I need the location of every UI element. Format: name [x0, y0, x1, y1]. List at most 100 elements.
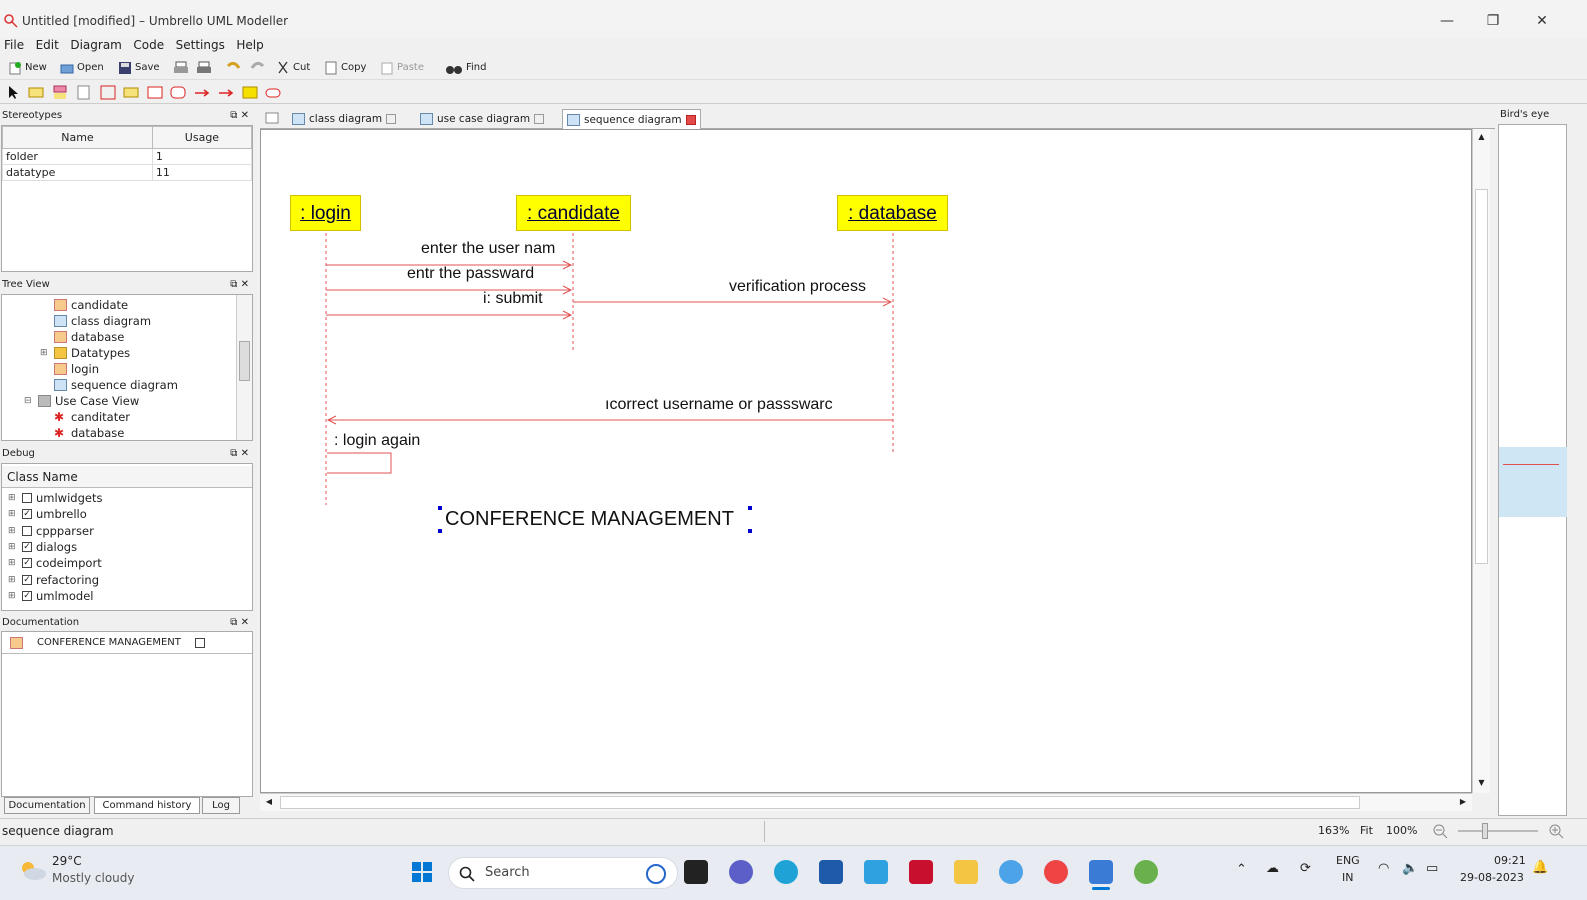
debug-checkbox[interactable]: ✓	[22, 558, 32, 569]
expand-icon[interactable]: ⊞	[8, 572, 18, 588]
message-sync-icon[interactable]	[52, 85, 68, 100]
onedrive-icon[interactable]: ☁	[1266, 861, 1279, 876]
debug-item[interactable]: ⊞ ✓ codeimport	[8, 555, 102, 571]
wifi-icon[interactable]: ◠	[1378, 861, 1389, 876]
copy-button[interactable]: Copy	[324, 59, 366, 77]
menu-settings[interactable]: Settings	[172, 36, 229, 54]
open-button[interactable]: Open	[60, 59, 104, 77]
debug-item[interactable]: ⊞ cppparser	[8, 523, 94, 539]
message-enter-password[interactable]: entr the passward	[407, 265, 534, 283]
tree-scroll-thumb[interactable]	[239, 341, 250, 381]
tab-class-diagram[interactable]: class diagram	[288, 109, 400, 129]
function-tool-icon[interactable]	[170, 85, 186, 100]
zoom-out-icon[interactable]	[1432, 823, 1448, 839]
weather-cloud-icon[interactable]	[18, 858, 48, 882]
tab-use-case-diagram[interactable]: use case diagram	[416, 109, 548, 129]
task-view-icon[interactable]	[684, 860, 708, 884]
message-incorrect[interactable]: ıcorrect username or passswarc	[605, 396, 833, 414]
mcafee-icon[interactable]	[909, 860, 933, 884]
select-arrow-icon[interactable]	[6, 85, 22, 100]
debug-checkbox[interactable]: ✓	[22, 590, 32, 601]
store-icon[interactable]	[819, 860, 843, 884]
tab-documentation[interactable]: Documentation	[4, 797, 90, 814]
zoom-slider-handle[interactable]	[1482, 823, 1488, 839]
debug-item[interactable]: ⊞ ✓ umbrello	[8, 506, 87, 522]
weather-desc[interactable]: Mostly cloudy	[52, 871, 135, 885]
message-login-again[interactable]: : login again	[334, 432, 420, 450]
clock-time[interactable]: 09:21	[1494, 854, 1526, 867]
table-row[interactable]: folder 1	[2, 148, 252, 165]
eclipse-icon[interactable]	[999, 860, 1023, 884]
scroll-left-icon[interactable]: ◀	[262, 795, 276, 809]
app-window-icon[interactable]	[1089, 860, 1113, 884]
new-tab-icon[interactable]	[264, 111, 280, 125]
new-button[interactable]: New	[8, 59, 47, 77]
tree-item[interactable]: candidate	[54, 297, 128, 313]
lifeline-login[interactable]: : login	[290, 195, 361, 231]
print-preview-icon[interactable]	[196, 60, 212, 76]
column-header-name[interactable]: Name	[2, 126, 153, 149]
tree-item[interactable]: database	[54, 329, 124, 345]
menu-help[interactable]: Help	[232, 36, 267, 54]
column-header-usage[interactable]: Usage	[151, 126, 252, 149]
message-enter-username[interactable]: enter the user nam	[421, 240, 555, 258]
debug-checkbox[interactable]	[22, 493, 32, 503]
horizontal-scroll-thumb[interactable]	[280, 796, 1360, 809]
sync-message-icon[interactable]	[194, 85, 210, 100]
canvas-horizontal-scrollbar[interactable]: ◀ ▶	[260, 793, 1472, 811]
combined-fragment-icon[interactable]	[147, 85, 163, 100]
zoom-slider[interactable]	[1458, 830, 1538, 832]
expand-icon[interactable]: ⊞	[8, 490, 18, 506]
scroll-right-icon[interactable]: ▶	[1456, 795, 1470, 809]
umbrello-taskbar-icon[interactable]	[1134, 860, 1158, 884]
expand-icon[interactable]: ⊞	[8, 539, 18, 555]
mysql-icon[interactable]	[864, 860, 888, 884]
selection-handle[interactable]	[748, 529, 752, 533]
diagram-canvas[interactable]: : login : candidate : database enter the…	[260, 129, 1472, 793]
scroll-down-icon[interactable]: ▼	[1475, 775, 1488, 791]
print-icon[interactable]	[173, 60, 189, 76]
class-name-header[interactable]: Class Name	[2, 466, 252, 488]
expand-icon[interactable]: ⊞	[8, 523, 18, 539]
menu-edit[interactable]: Edit	[32, 36, 63, 54]
close-icon[interactable]	[386, 114, 397, 124]
canvas-vertical-scrollbar[interactable]: ▲ ▼	[1472, 129, 1490, 793]
file-explorer-icon[interactable]	[954, 860, 978, 884]
lifeline-database[interactable]: : database	[837, 195, 948, 231]
scroll-up-icon[interactable]: ▲	[1475, 129, 1488, 145]
paste-button[interactable]: Paste	[380, 59, 424, 77]
panel-controls[interactable]: ⧉ ✕	[230, 615, 249, 631]
debug-checkbox[interactable]: ✓	[22, 509, 32, 520]
volume-muted-icon[interactable]: 🔈	[1402, 861, 1418, 876]
windows-start-icon[interactable]	[410, 860, 434, 884]
minimize-button[interactable]: —	[1432, 10, 1462, 32]
tree-item[interactable]: ✱ database	[54, 425, 124, 440]
tree-item[interactable]: login	[54, 361, 99, 377]
debug-checkbox[interactable]: ✓	[22, 541, 32, 552]
tree-item[interactable]: class diagram	[54, 313, 151, 329]
close-button[interactable]: ✕	[1527, 10, 1557, 32]
battery-icon[interactable]: ▭	[1426, 861, 1438, 876]
tab-sequence-diagram[interactable]: sequence diagram	[562, 109, 701, 129]
state-tool-icon[interactable]	[265, 85, 281, 100]
redo-icon[interactable]	[249, 60, 267, 76]
panel-controls[interactable]: ⧉ ✕	[230, 446, 249, 462]
cut-button[interactable]: Cut	[276, 59, 310, 77]
debug-item[interactable]: ⊞ ✓ dialogs	[8, 539, 77, 555]
sync-icon[interactable]: ⟳	[1300, 861, 1311, 876]
close-icon[interactable]	[685, 114, 696, 125]
table-row[interactable]: datatype 11	[2, 164, 252, 181]
zoom-100-button[interactable]: 100%	[1386, 824, 1417, 837]
fit-button[interactable]: Fit	[1360, 824, 1373, 837]
note-yellow-icon[interactable]	[242, 85, 258, 100]
tree-scrollbar[interactable]	[236, 295, 252, 440]
notification-icon[interactable]: 🔔	[1532, 860, 1548, 875]
chrome-icon[interactable]	[1044, 860, 1068, 884]
region-indicator[interactable]: IN	[1342, 871, 1353, 884]
expand-icon[interactable]: ⊞	[40, 345, 50, 361]
birds-eye-view[interactable]	[1498, 124, 1567, 816]
save-button[interactable]: Save	[118, 59, 160, 77]
show-hidden-icons[interactable]: ⌃	[1236, 862, 1247, 877]
tree-item[interactable]: ⊟ Use Case View	[24, 393, 139, 409]
debug-checkbox[interactable]: ✓	[22, 574, 32, 585]
